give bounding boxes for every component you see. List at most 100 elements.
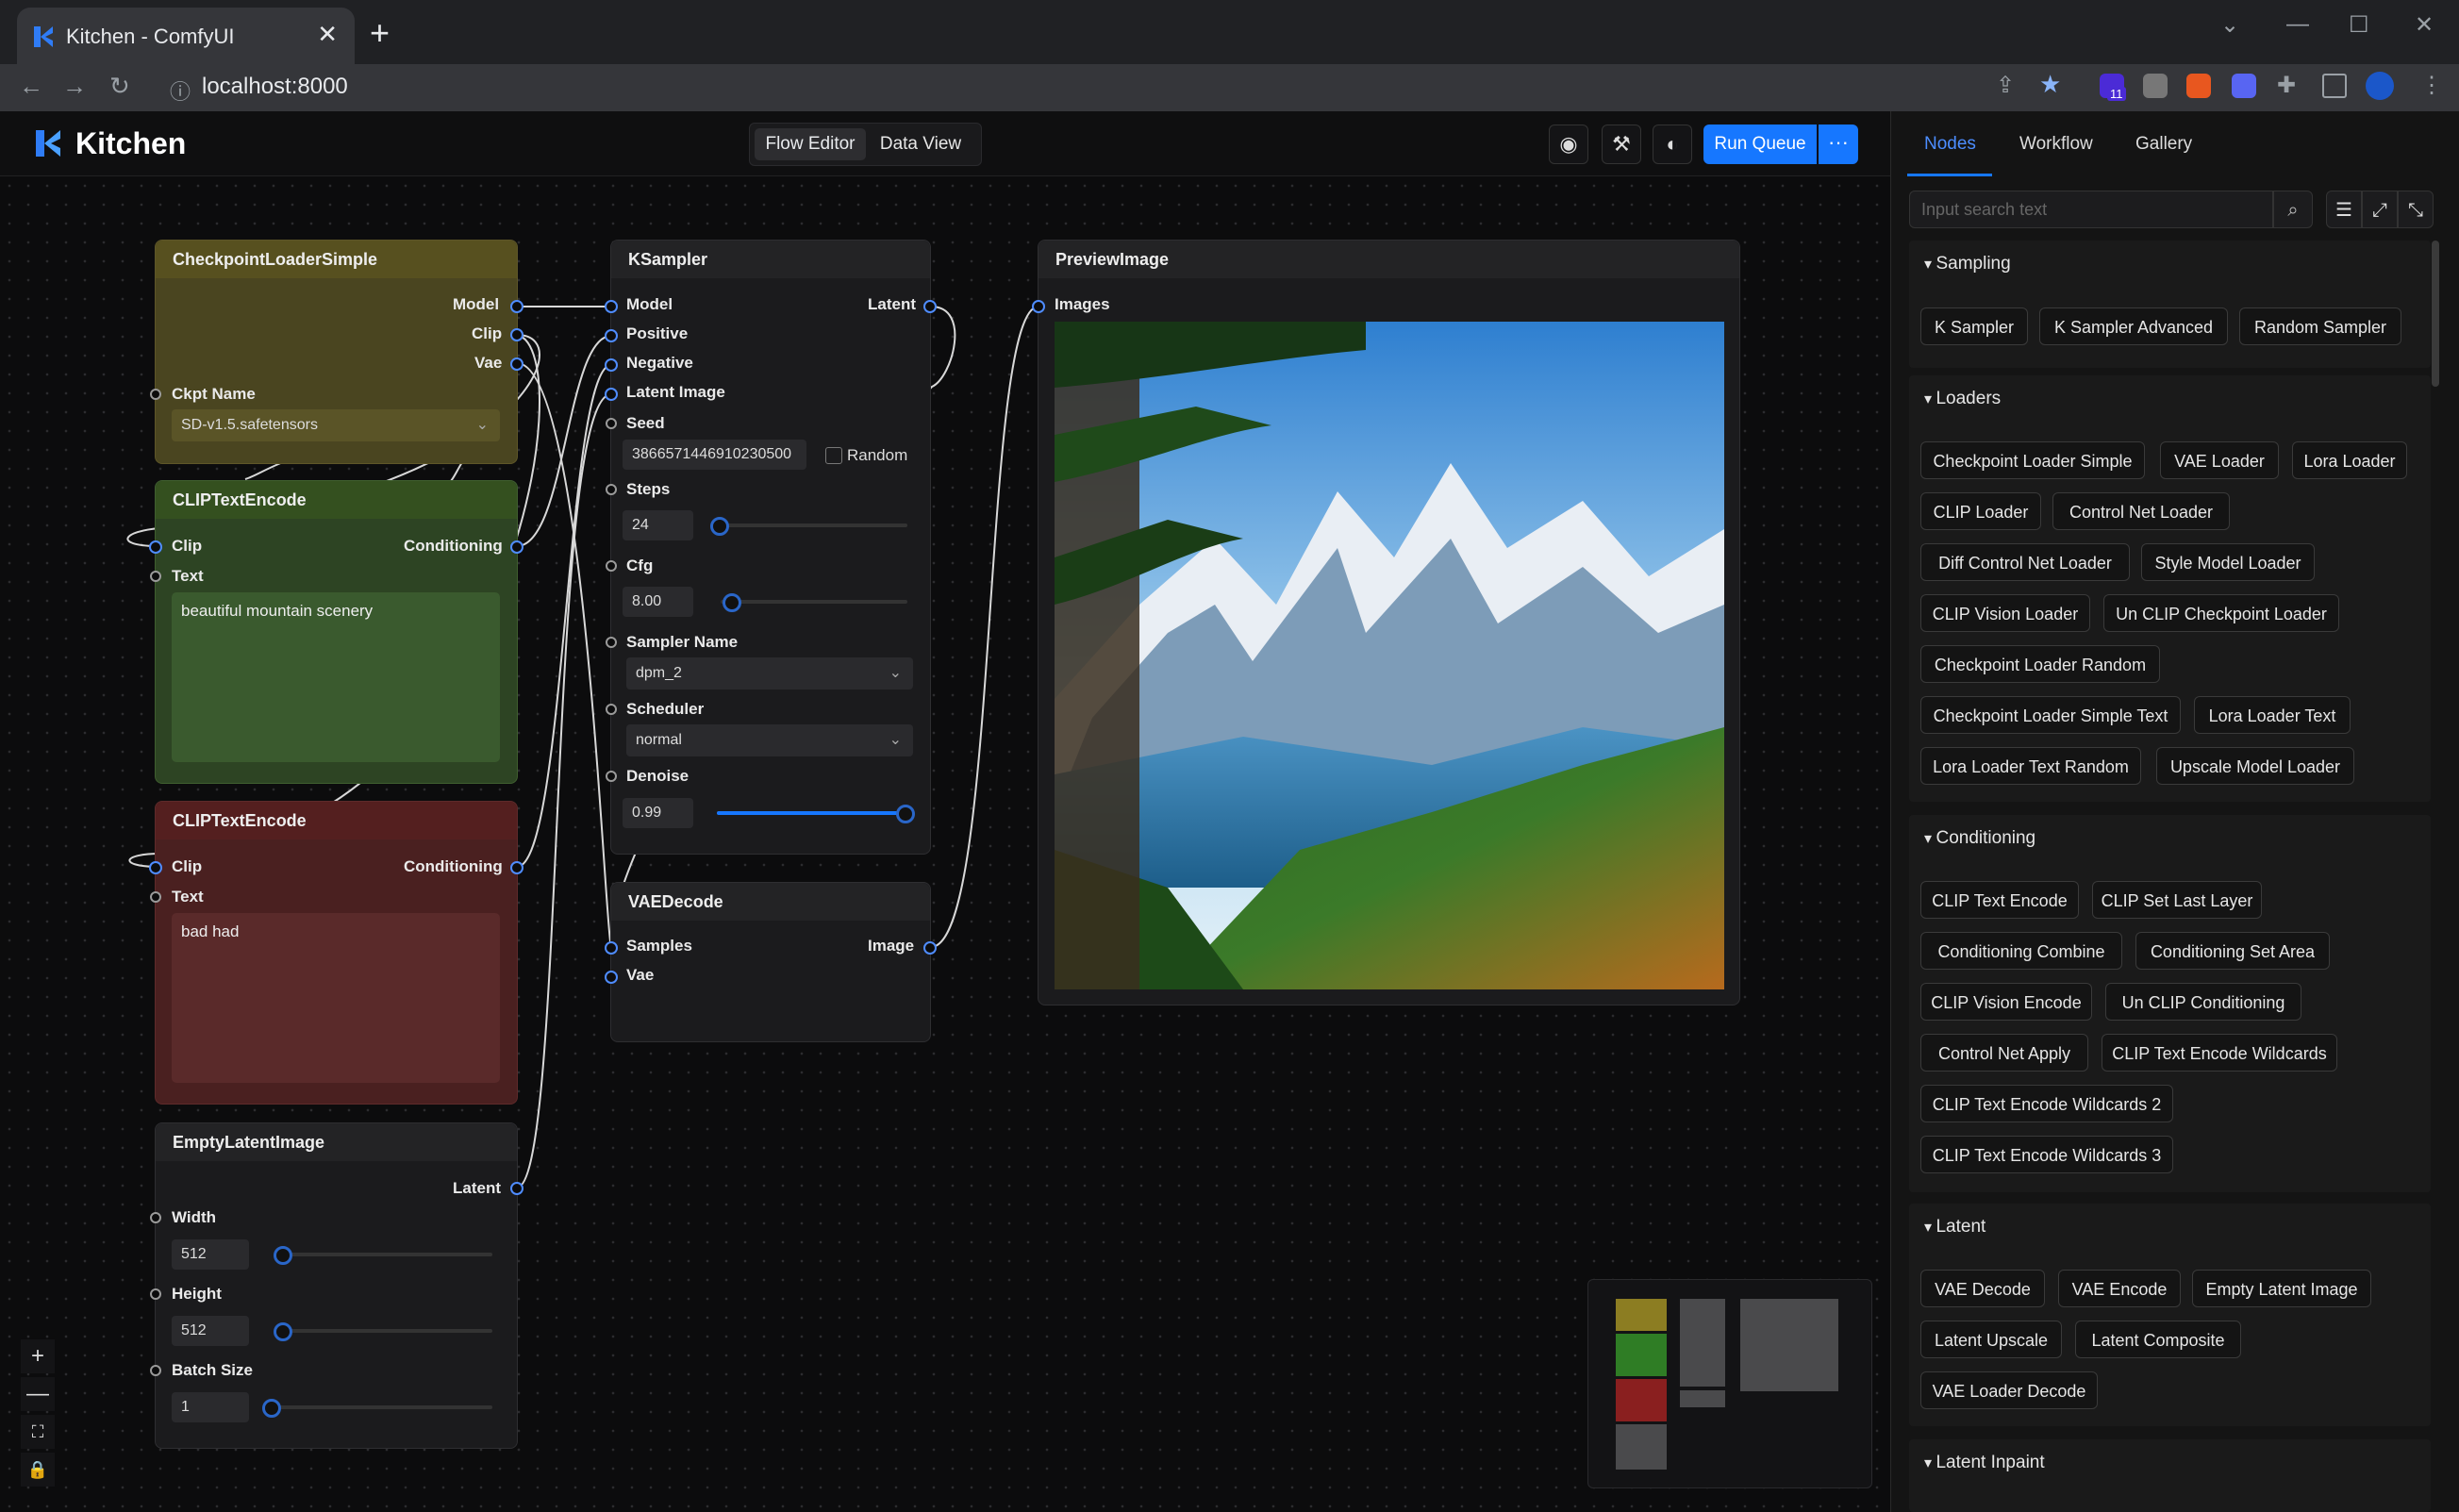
- bookmark-star-icon[interactable]: ★: [2039, 70, 2061, 99]
- text-port[interactable]: [150, 571, 161, 582]
- node-chip[interactable]: Un CLIP Conditioning: [2105, 983, 2301, 1021]
- zoom-in-button[interactable]: +: [21, 1339, 55, 1373]
- height-slider-thumb[interactable]: [274, 1322, 292, 1341]
- input-clip-port[interactable]: [149, 861, 162, 874]
- node-chip[interactable]: Un CLIP Checkpoint Loader: [2103, 594, 2339, 632]
- maximize-icon[interactable]: ☐: [2349, 11, 2369, 39]
- browser-menu-icon[interactable]: ⋮: [2420, 72, 2443, 99]
- search-icon[interactable]: ⌕: [2273, 191, 2313, 228]
- node-chip[interactable]: VAE Encode: [2058, 1270, 2181, 1307]
- node-chip[interactable]: VAE Decode: [1920, 1270, 2045, 1307]
- cfg-slider[interactable]: [721, 600, 907, 604]
- category-latent-inpaint[interactable]: Latent Inpaint: [1909, 1439, 2431, 1512]
- height-port[interactable]: [150, 1288, 161, 1300]
- node-chip[interactable]: CLIP Vision Encode: [1920, 983, 2092, 1021]
- node-chip[interactable]: Lora Loader Text: [2194, 696, 2351, 734]
- extensions-puzzle-icon[interactable]: ✚: [2277, 72, 2296, 99]
- profile-avatar[interactable]: [2366, 72, 2394, 100]
- node-chip[interactable]: Empty Latent Image: [2192, 1270, 2371, 1307]
- batch-size-port[interactable]: [150, 1365, 161, 1376]
- steps-slider[interactable]: [717, 523, 907, 527]
- width-slider[interactable]: [279, 1253, 492, 1256]
- node-chip[interactable]: K Sampler Advanced: [2039, 307, 2228, 345]
- denoise-slider-thumb[interactable]: [896, 805, 915, 823]
- camera-extension-icon[interactable]: [2143, 74, 2168, 98]
- generated-image[interactable]: [1055, 322, 1724, 989]
- node-chip[interactable]: CLIP Vision Loader: [1920, 594, 2090, 632]
- seed-port[interactable]: [606, 418, 617, 429]
- node-chip[interactable]: Upscale Model Loader: [2156, 747, 2354, 785]
- node-chip[interactable]: CLIP Text Encode Wildcards 2: [1920, 1085, 2173, 1122]
- node-chip[interactable]: Conditioning Combine: [1920, 932, 2122, 970]
- tab-workflow[interactable]: Workflow: [2019, 134, 2093, 155]
- output-conditioning-port[interactable]: [510, 540, 523, 554]
- category-title[interactable]: Latent Inpaint: [1924, 1453, 2044, 1473]
- node-chip[interactable]: CLIP Set Last Layer: [2092, 881, 2262, 919]
- output-conditioning-port[interactable]: [510, 861, 523, 874]
- steps-input[interactable]: 24: [623, 510, 693, 540]
- input-clip-port[interactable]: [149, 540, 162, 554]
- cfg-slider-thumb[interactable]: [723, 593, 741, 612]
- input-vae-port[interactable]: [605, 971, 618, 984]
- node-chip[interactable]: Latent Upscale: [1920, 1321, 2062, 1358]
- side-panel-icon[interactable]: [2322, 74, 2347, 98]
- width-input[interactable]: 512: [172, 1239, 249, 1270]
- node-chip[interactable]: Conditioning Set Area: [2135, 932, 2330, 970]
- panel-scrollbar[interactable]: [2432, 241, 2439, 387]
- batch-size-input[interactable]: 1: [172, 1392, 249, 1422]
- lock-icon[interactable]: 🔒: [21, 1453, 55, 1487]
- node-search-input[interactable]: [1909, 191, 2273, 228]
- scheduler-port[interactable]: [606, 704, 617, 715]
- category-title[interactable]: Loaders: [1924, 389, 2001, 409]
- list-view-icon[interactable]: ☰: [2326, 191, 2362, 228]
- node-chip[interactable]: Random Sampler: [2239, 307, 2401, 345]
- cfg-input[interactable]: 8.00: [623, 587, 693, 617]
- width-port[interactable]: [150, 1212, 161, 1223]
- extension-orange-icon[interactable]: [2186, 74, 2211, 98]
- node-chip[interactable]: Checkpoint Loader Simple Text: [1920, 696, 2181, 734]
- seed-input[interactable]: 3866571446910230500: [623, 440, 806, 470]
- vae-decode-node[interactable]: VAEDecode: [610, 882, 931, 1042]
- batch-size-slider-thumb[interactable]: [262, 1399, 281, 1418]
- output-model-port[interactable]: [510, 300, 523, 313]
- minimize-icon[interactable]: —: [2286, 11, 2309, 38]
- discord-extension-icon[interactable]: [2232, 74, 2256, 98]
- category-title[interactable]: Latent: [1924, 1217, 1985, 1238]
- output-vae-port[interactable]: [510, 357, 523, 371]
- sampler-name-select[interactable]: dpm_2 ⌄: [626, 657, 913, 690]
- node-chip[interactable]: CLIP Loader: [1920, 492, 2041, 530]
- category-loaders[interactable]: Loaders: [1909, 375, 2431, 802]
- scheduler-select[interactable]: normal ⌄: [626, 724, 913, 756]
- output-latent-port[interactable]: [923, 300, 937, 313]
- batch-size-slider[interactable]: [268, 1405, 492, 1409]
- ckpt-name-select[interactable]: SD-v1.5.safetensors ⌄: [172, 409, 500, 441]
- input-images-port[interactable]: [1032, 300, 1045, 313]
- node-chip[interactable]: CLIP Text Encode Wildcards: [2102, 1034, 2337, 1072]
- height-slider[interactable]: [279, 1329, 492, 1333]
- node-chip[interactable]: VAE Loader: [2160, 441, 2279, 479]
- node-chip[interactable]: CLIP Text Encode: [1920, 881, 2079, 919]
- category-title[interactable]: Sampling: [1924, 254, 2010, 274]
- output-clip-port[interactable]: [510, 328, 523, 341]
- expand-all-icon[interactable]: ⤢: [2362, 191, 2398, 228]
- close-window-icon[interactable]: ✕: [2415, 11, 2434, 39]
- steps-port[interactable]: [606, 484, 617, 495]
- sampler-name-port[interactable]: [606, 637, 617, 648]
- node-chip[interactable]: K Sampler: [1920, 307, 2028, 345]
- output-image-port[interactable]: [923, 941, 937, 955]
- node-chip[interactable]: Lora Loader Text Random: [1920, 747, 2141, 785]
- ckpt-name-port[interactable]: [150, 389, 161, 400]
- input-samples-port[interactable]: [605, 941, 618, 955]
- collapse-all-icon[interactable]: ⤡: [2398, 191, 2434, 228]
- text-port[interactable]: [150, 891, 161, 903]
- node-chip[interactable]: CLIP Text Encode Wildcards 3: [1920, 1136, 2173, 1173]
- node-chip[interactable]: VAE Loader Decode: [1920, 1371, 2098, 1409]
- input-negative-port[interactable]: [605, 358, 618, 372]
- category-title[interactable]: Conditioning: [1924, 828, 2035, 849]
- denoise-port[interactable]: [606, 771, 617, 782]
- steps-slider-thumb[interactable]: [710, 517, 729, 536]
- node-chip[interactable]: Diff Control Net Loader: [1920, 543, 2130, 581]
- random-seed-checkbox[interactable]: [825, 447, 842, 464]
- share-icon[interactable]: ⇪: [1996, 72, 2015, 99]
- negative-prompt-textarea[interactable]: bad had: [172, 913, 500, 1083]
